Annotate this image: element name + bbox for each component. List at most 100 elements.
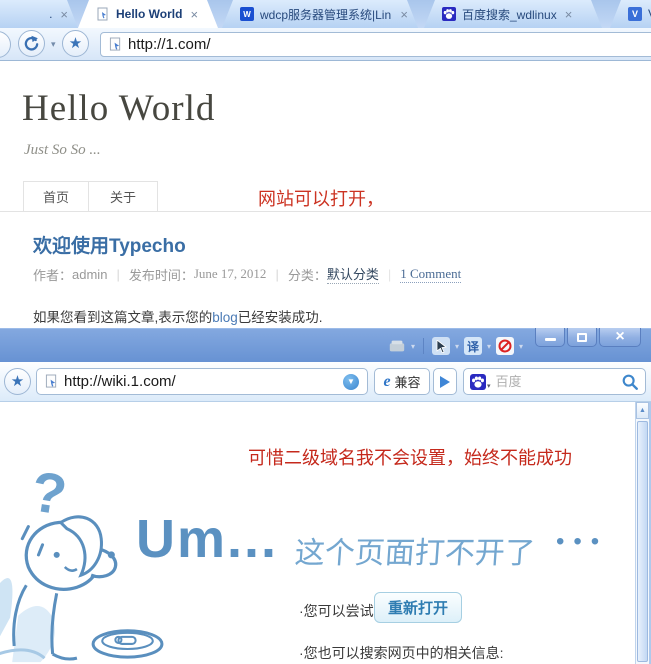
tab-baidu-search[interactable]: 百度搜索_wdlinux ×: [424, 0, 602, 28]
chevron-down-icon[interactable]: ▾: [411, 342, 415, 351]
chevron-down-icon[interactable]: ▾: [51, 39, 56, 50]
blog-link[interactable]: blog: [212, 310, 238, 325]
nav-item-home[interactable]: 首页: [23, 181, 89, 212]
tab-label: Hello World: [116, 7, 182, 21]
close-icon[interactable]: ×: [60, 7, 68, 22]
error-um-text: Um...: [136, 508, 278, 570]
compatibility-button[interactable]: e 兼容: [374, 368, 430, 395]
tab-wdcp[interactable]: W wdcp服务器管理系统|Lin... ×: [222, 0, 418, 28]
browser2-window: ▾ ▾ 译 ▾ ▾ × ★: [0, 328, 651, 664]
refresh-icon: [23, 35, 40, 52]
ad-block-icon[interactable]: [496, 337, 514, 355]
post-title[interactable]: 欢迎使用Typecho: [33, 231, 186, 258]
vm-icon: V: [628, 7, 642, 21]
retry-button[interactable]: 重新打开: [374, 592, 462, 623]
wdcp-icon: W: [240, 7, 254, 21]
ellipsis-dots: •••: [556, 528, 608, 556]
tab-label: 百度搜索_wdlinux: [462, 6, 557, 23]
chevron-down-icon: ▾: [487, 382, 491, 390]
maximize-icon: [577, 333, 587, 342]
url-text: http://wiki.1.com/: [64, 373, 176, 390]
post-body: 如果您看到这篇文章,表示您的blog已经安装成功.: [33, 306, 323, 326]
window-controls: ×: [535, 328, 641, 347]
close-icon[interactable]: ×: [190, 7, 198, 22]
cursor-tool-icon[interactable]: [432, 337, 450, 355]
star-icon: ★: [11, 374, 24, 389]
minimize-button[interactable]: [535, 328, 565, 347]
go-button[interactable]: [433, 368, 457, 395]
compatibility-label: 兼容: [395, 372, 421, 391]
url-dropdown-icon[interactable]: ▼: [343, 374, 359, 390]
meta-author-label: 作者：: [33, 265, 72, 284]
svg-text:?: ?: [27, 464, 71, 528]
meta-date-label: 发布时间：: [129, 265, 194, 284]
favorites-button[interactable]: ★: [62, 30, 89, 57]
scrollbar[interactable]: ▲: [635, 402, 649, 664]
favorites-button[interactable]: ★: [4, 368, 31, 395]
meta-separator: |: [116, 267, 119, 282]
ie-icon: e: [383, 374, 390, 390]
tab-label: .: [49, 7, 52, 21]
search-input[interactable]: [496, 374, 616, 389]
page-icon: [109, 37, 122, 52]
chevron-down-icon[interactable]: ▾: [487, 342, 491, 351]
chevron-down-icon[interactable]: ▾: [519, 342, 523, 351]
meta-date: June 17, 2012: [194, 266, 267, 282]
back-button[interactable]: [0, 31, 11, 58]
blog-page: Hello World Just So So ... 首页 关于 网站可以打开，…: [0, 61, 651, 328]
nav-item-about[interactable]: 关于: [88, 181, 158, 212]
tab-partial[interactable]: . ×: [0, 0, 78, 28]
close-icon: ×: [615, 329, 624, 345]
close-icon[interactable]: ×: [565, 7, 573, 22]
address-bar[interactable]: http://wiki.1.com/ ▼: [36, 368, 368, 395]
refresh-button[interactable]: [18, 30, 45, 57]
error-page: 可惜二级域名我不会设置，始终不能成功 ?: [0, 402, 651, 664]
search-box[interactable]: ▾: [463, 368, 646, 395]
error-try-label: ·您可以尝试: [299, 601, 374, 621]
browser1-nav-bar: ▾ ★ http://1.com/: [0, 28, 651, 61]
annotation-text-1: 网站可以打开，: [258, 185, 384, 211]
browser1-tab-bar: . × Hello World × W wdcp服务器管理系统|Lin... ×…: [0, 0, 651, 28]
page-icon: [96, 7, 110, 21]
meta-category-label: 分类：: [288, 265, 327, 284]
comments-link[interactable]: 1 Comment: [400, 266, 461, 283]
url-text: http://1.com/: [128, 36, 211, 53]
meta-author: admin: [72, 267, 107, 282]
meta-separator: |: [275, 267, 278, 282]
browser2-title-bar[interactable]: ▾ ▾ 译 ▾ ▾ ×: [0, 328, 651, 362]
maximize-button[interactable]: [567, 328, 597, 347]
baidu-paw-icon: [442, 7, 456, 21]
page-icon: [45, 374, 58, 389]
error-search-tip: ·您也可以搜索网页中的相关信息:: [299, 643, 504, 663]
body-text: 已经安装成功.: [238, 310, 323, 325]
tab-label: wdcp服务器管理系统|Lin...: [260, 6, 392, 23]
minimize-icon: [545, 338, 556, 341]
browser2-nav-bar: ★ http://wiki.1.com/ ▼ e 兼容 ▾: [0, 362, 651, 402]
browser2-toolbar: ▾ ▾ 译 ▾ ▾: [388, 337, 523, 355]
archive-icon[interactable]: [388, 337, 406, 355]
chevron-down-icon[interactable]: ▾: [455, 342, 459, 351]
close-icon[interactable]: ×: [400, 7, 408, 22]
scrollbar-thumb[interactable]: [637, 421, 648, 662]
scroll-up-button[interactable]: ▲: [636, 402, 649, 419]
screen: . × Hello World × W wdcp服务器管理系统|Lin... ×…: [0, 0, 651, 664]
category-link[interactable]: 默认分类: [327, 264, 379, 284]
site-title: Hello World: [22, 87, 215, 130]
tab-hello-world[interactable]: Hello World ×: [78, 0, 218, 28]
star-icon: ★: [69, 36, 82, 51]
error-message: 这个页面打不开了: [293, 528, 536, 572]
address-bar[interactable]: http://1.com/: [100, 32, 651, 57]
baidu-paw-icon: [470, 374, 486, 390]
post-meta: 作者：admin | 发布时间：June 17, 2012 | 分类：默认分类 …: [33, 264, 461, 284]
body-text: 如果您看到这篇文章,表示您的: [33, 310, 212, 325]
search-engine-selector[interactable]: ▾: [470, 374, 491, 390]
go-icon: [440, 376, 450, 388]
annotation-text-2: 可惜二级域名我不会设置，始终不能成功: [248, 444, 572, 470]
translate-icon[interactable]: 译: [464, 337, 482, 355]
close-button[interactable]: ×: [599, 328, 641, 347]
meta-separator: |: [388, 267, 391, 282]
toolbar-divider: [423, 338, 424, 354]
search-icon[interactable]: [621, 373, 639, 391]
site-subtitle: Just So So ...: [24, 142, 101, 159]
tab-vm-partial[interactable]: V VM: [610, 0, 651, 28]
